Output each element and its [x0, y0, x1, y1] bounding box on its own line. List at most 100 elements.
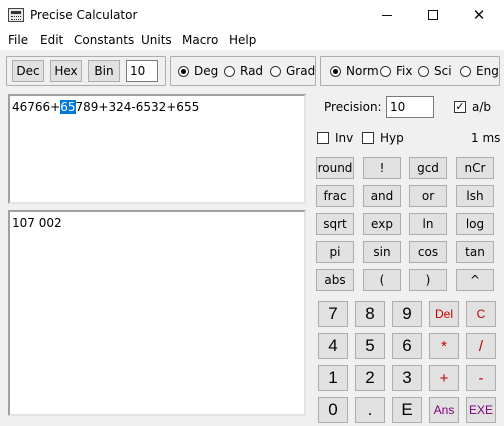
expression-selection: 65 [60, 100, 76, 114]
bin-button[interactable]: Bin [88, 60, 120, 82]
ln-button[interactable]: ln [409, 213, 447, 235]
radio-fix[interactable]: Fix [380, 64, 412, 78]
close-paren-button[interactable]: ) [409, 269, 447, 291]
radio-norm-label: Norm [346, 64, 379, 78]
key-7[interactable]: 7 [318, 301, 348, 327]
tan-button[interactable]: tan [456, 241, 494, 263]
ncr-button[interactable]: nCr [456, 157, 494, 179]
ab-checkbox-box: ✓ [454, 100, 466, 113]
radio-grad[interactable]: Grad [270, 64, 315, 78]
result-panel[interactable]: 107 002 [8, 210, 306, 416]
key-8[interactable]: 8 [355, 301, 385, 327]
radio-eng-label: Eng [476, 64, 499, 78]
subtract-button[interactable]: - [466, 365, 496, 391]
calculator-icon [8, 8, 24, 22]
decimal-point-button[interactable]: . [355, 397, 385, 423]
minimize-button[interactable] [364, 0, 410, 30]
key-4[interactable]: 4 [318, 333, 348, 359]
radio-grad-dot [270, 65, 281, 77]
menu-macro[interactable]: Macro [182, 33, 218, 47]
radio-norm[interactable]: Norm [330, 64, 379, 78]
menu-edit[interactable]: Edit [40, 33, 63, 47]
key-0[interactable]: 0 [318, 397, 348, 423]
or-button[interactable]: or [409, 185, 447, 207]
lsh-button[interactable]: lsh [456, 185, 494, 207]
ans-button[interactable]: Ans [429, 397, 459, 423]
divide-button[interactable]: / [466, 333, 496, 359]
menu-file[interactable]: File [8, 33, 28, 47]
menu-units[interactable]: Units [141, 33, 172, 47]
radio-eng[interactable]: Eng [460, 64, 499, 78]
inv-checkbox-box [317, 132, 329, 144]
timing-label: 1 ms [471, 131, 501, 145]
dec-button[interactable]: Dec [12, 60, 44, 82]
radio-norm-dot [330, 65, 341, 77]
precision-input[interactable]: 10 [386, 96, 434, 118]
title-bar: Precise Calculator ✕ [0, 0, 504, 30]
sin-button[interactable]: sin [363, 241, 401, 263]
expression-text-before: 46766+ [12, 100, 61, 114]
expression-text-after: 789+324-6532+655 [75, 100, 200, 114]
menu-help[interactable]: Help [229, 33, 256, 47]
key-3[interactable]: 3 [392, 365, 422, 391]
pi-button[interactable]: pi [316, 241, 354, 263]
toolbar: Dec Hex Bin 10 Deg Rad Grad Norm Fix Sci… [0, 50, 504, 90]
multiply-button[interactable]: * [429, 333, 459, 359]
radio-sci-dot [418, 65, 429, 77]
round-button[interactable]: round [316, 157, 354, 179]
maximize-icon [428, 10, 438, 20]
cos-button[interactable]: cos [409, 241, 447, 263]
radio-fix-label: Fix [396, 64, 413, 78]
hyp-checkbox-box [362, 132, 374, 144]
radio-deg-label: Deg [194, 64, 219, 78]
precision-label: Precision: [324, 100, 382, 114]
power-button[interactable]: ^ [456, 269, 494, 291]
menu-bar: File Edit Constants Units Macro Help [0, 30, 504, 50]
key-2[interactable]: 2 [355, 365, 385, 391]
radio-fix-dot [380, 65, 391, 77]
log-button[interactable]: log [456, 213, 494, 235]
exp-button[interactable]: exp [363, 213, 401, 235]
result-text: 107 002 [12, 216, 62, 230]
minimize-icon [382, 14, 392, 16]
expression-editor[interactable]: 46766+65789+324-6532+655 [8, 94, 306, 204]
digits-input[interactable]: 10 [126, 60, 158, 82]
close-icon: ✕ [472, 6, 486, 24]
radio-deg[interactable]: Deg [178, 64, 218, 78]
abs-button[interactable]: abs [316, 269, 354, 291]
inv-checkbox-label: Inv [335, 131, 354, 145]
clear-button[interactable]: C [466, 301, 496, 327]
radio-deg-dot [178, 65, 189, 77]
gcd-button[interactable]: gcd [409, 157, 447, 179]
frac-button[interactable]: frac [316, 185, 354, 207]
maximize-button[interactable] [410, 0, 456, 30]
and-button[interactable]: and [363, 185, 401, 207]
radio-rad-dot [224, 65, 235, 77]
menu-constants[interactable]: Constants [74, 33, 134, 47]
execute-button[interactable]: EXE [466, 397, 496, 423]
radio-rad-label: Rad [240, 64, 264, 78]
window-title: Precise Calculator [30, 8, 138, 22]
open-paren-button[interactable]: ( [363, 269, 401, 291]
radio-rad[interactable]: Rad [224, 64, 263, 78]
exponent-button[interactable]: E [392, 397, 422, 423]
radio-grad-label: Grad [286, 64, 316, 78]
close-button[interactable]: ✕ [456, 0, 502, 30]
inv-checkbox[interactable]: Inv [317, 131, 353, 145]
key-9[interactable]: 9 [392, 301, 422, 327]
add-button[interactable]: + [429, 365, 459, 391]
radio-eng-dot [460, 65, 471, 77]
ab-checkbox[interactable]: ✓ a/b [454, 100, 491, 114]
key-6[interactable]: 6 [392, 333, 422, 359]
factorial-button[interactable]: ! [363, 157, 401, 179]
radio-sci[interactable]: Sci [418, 64, 452, 78]
delete-button[interactable]: Del [429, 301, 459, 327]
key-1[interactable]: 1 [318, 365, 348, 391]
sqrt-button[interactable]: sqrt [316, 213, 354, 235]
hyp-checkbox[interactable]: Hyp [362, 131, 404, 145]
hyp-checkbox-label: Hyp [380, 131, 404, 145]
key-5[interactable]: 5 [355, 333, 385, 359]
radio-sci-label: Sci [434, 64, 452, 78]
ab-checkbox-label: a/b [472, 100, 492, 114]
hex-button[interactable]: Hex [50, 60, 82, 82]
